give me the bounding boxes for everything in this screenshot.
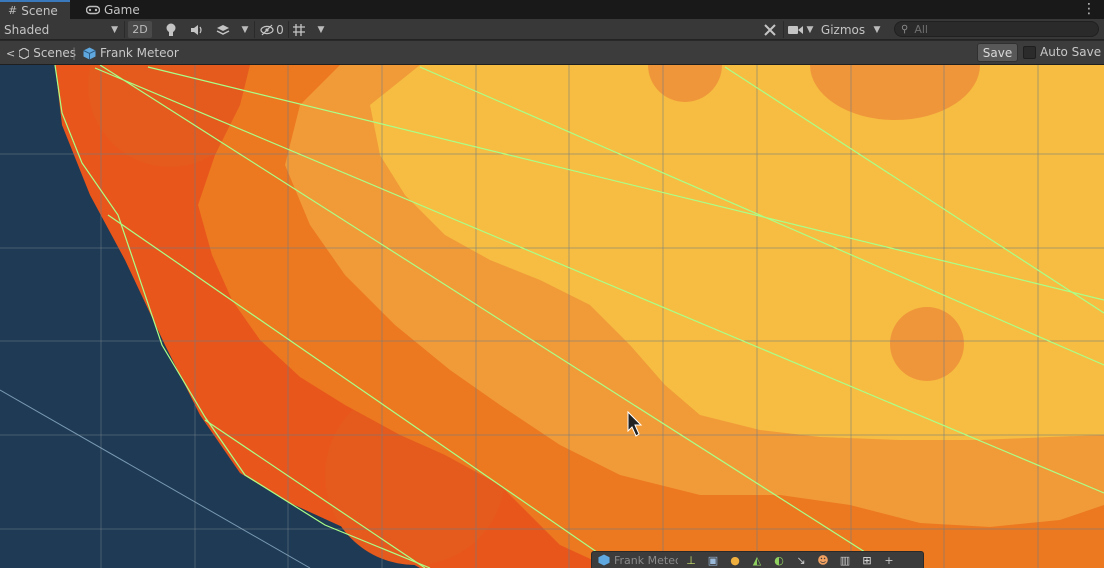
visibility-tool-icon[interactable]: ▥ xyxy=(836,553,854,567)
scene-canvas[interactable] xyxy=(0,65,1104,568)
grid-icon xyxy=(293,23,305,36)
audio-toggle[interactable] xyxy=(188,20,206,39)
scene-visibility-toggle[interactable]: 0 xyxy=(258,20,286,39)
eye-hidden-icon xyxy=(260,24,274,35)
gizmos-dropdown-icon[interactable]: ▼ xyxy=(870,20,884,39)
meteor-crater xyxy=(890,307,964,381)
2d-mode-toggle[interactable]: 2D xyxy=(128,21,152,38)
window-tab-bar: # Scene Game ⋮ xyxy=(0,0,1104,19)
character-tool-icon[interactable]: ☻ xyxy=(814,553,832,567)
grid-toggle[interactable] xyxy=(290,20,308,39)
weight-tool-icon[interactable]: ◐ xyxy=(770,553,788,567)
more-options-icon[interactable]: ⋮ xyxy=(1082,1,1096,17)
save-button-label: Save xyxy=(982,45,1013,60)
ik-tool-icon[interactable]: ↘ xyxy=(792,553,810,567)
lightbulb-icon xyxy=(166,23,176,36)
toolbar-divider xyxy=(783,21,784,38)
pivot-tool-icon[interactable]: ⊥ xyxy=(682,553,700,567)
chevron-down-icon: ▼ xyxy=(111,24,118,35)
tab-game[interactable]: Game xyxy=(78,0,148,19)
bone-tool-icon[interactable]: ● xyxy=(726,553,744,567)
unity-scene-icon xyxy=(19,47,30,59)
overlay-title: Frank Meteor xyxy=(614,553,678,567)
tools-button[interactable] xyxy=(761,20,779,39)
gizmos-button[interactable]: Gizmos xyxy=(820,20,866,39)
toolbar-divider xyxy=(124,21,125,38)
breadcrumb-prefab-label: Frank Meteor xyxy=(100,46,179,60)
breadcrumb-scenes-label: Scenes xyxy=(33,46,77,60)
hidden-count: 0 xyxy=(276,22,284,37)
gamepad-icon xyxy=(86,5,100,14)
plus-icon[interactable]: + xyxy=(880,553,898,567)
layers-icon xyxy=(216,24,230,35)
prefab-cube-icon xyxy=(83,47,96,59)
toolbar-divider xyxy=(288,21,289,38)
prefab-cube-icon xyxy=(598,554,610,566)
tab-scene[interactable]: # Scene xyxy=(0,0,70,19)
rect-tool-icon[interactable]: ▣ xyxy=(704,553,722,567)
breadcrumb-scenes[interactable]: < Scenes xyxy=(6,44,76,62)
2d-mode-label: 2D xyxy=(132,23,148,36)
back-chevron-icon: < xyxy=(6,46,16,60)
geometry-tool-icon[interactable]: ◭ xyxy=(748,553,766,567)
auto-save-checkbox[interactable] xyxy=(1023,46,1036,59)
camera-dropdown-icon[interactable]: ▼ xyxy=(804,20,816,39)
draw-mode-dropdown[interactable]: Shaded ▼ xyxy=(4,20,122,39)
save-button[interactable]: Save xyxy=(977,43,1018,62)
auto-save-label: Auto Save xyxy=(1040,45,1102,59)
add-node-icon[interactable]: ⊞ xyxy=(858,553,876,567)
prefab-breadcrumb-bar: < Scenes | Frank Meteor Save Auto Save xyxy=(0,41,1104,65)
draw-mode-value: Shaded xyxy=(4,22,50,37)
effects-toggle[interactable] xyxy=(213,20,233,39)
hierarchy-search-field[interactable]: ⚲ All xyxy=(894,21,1099,37)
gizmos-label: Gizmos xyxy=(820,22,866,37)
breadcrumb-prefab[interactable]: Frank Meteor xyxy=(83,44,179,62)
sprite-shape-overlay-toolbar: Frank Meteor ⊥ ▣ ● ◭ ◐ ↘ ☻ ▥ ⊞ + xyxy=(591,551,924,568)
hash-icon: # xyxy=(8,4,18,17)
grid-dropdown-icon[interactable]: ▼ xyxy=(314,20,328,39)
toolbar-divider xyxy=(254,21,255,38)
tab-game-label: Game xyxy=(104,2,140,17)
effects-dropdown-icon[interactable]: ▼ xyxy=(238,20,252,39)
scene-toolbar: Shaded ▼ 2D ▼ 0 ▼ ▼ Gizmos ▼ ⚲ All xyxy=(0,19,1104,40)
scene-viewport[interactable] xyxy=(0,65,1104,568)
camera-icon xyxy=(788,25,803,34)
search-icon: ⚲ xyxy=(901,23,909,35)
camera-button[interactable] xyxy=(787,20,805,39)
tab-scene-label: Scene xyxy=(21,3,58,18)
search-placeholder: All xyxy=(914,22,928,36)
tools-icon xyxy=(764,23,776,36)
lighting-toggle[interactable] xyxy=(162,20,180,39)
breadcrumb-separator: | xyxy=(72,46,77,60)
speaker-icon xyxy=(191,24,202,35)
